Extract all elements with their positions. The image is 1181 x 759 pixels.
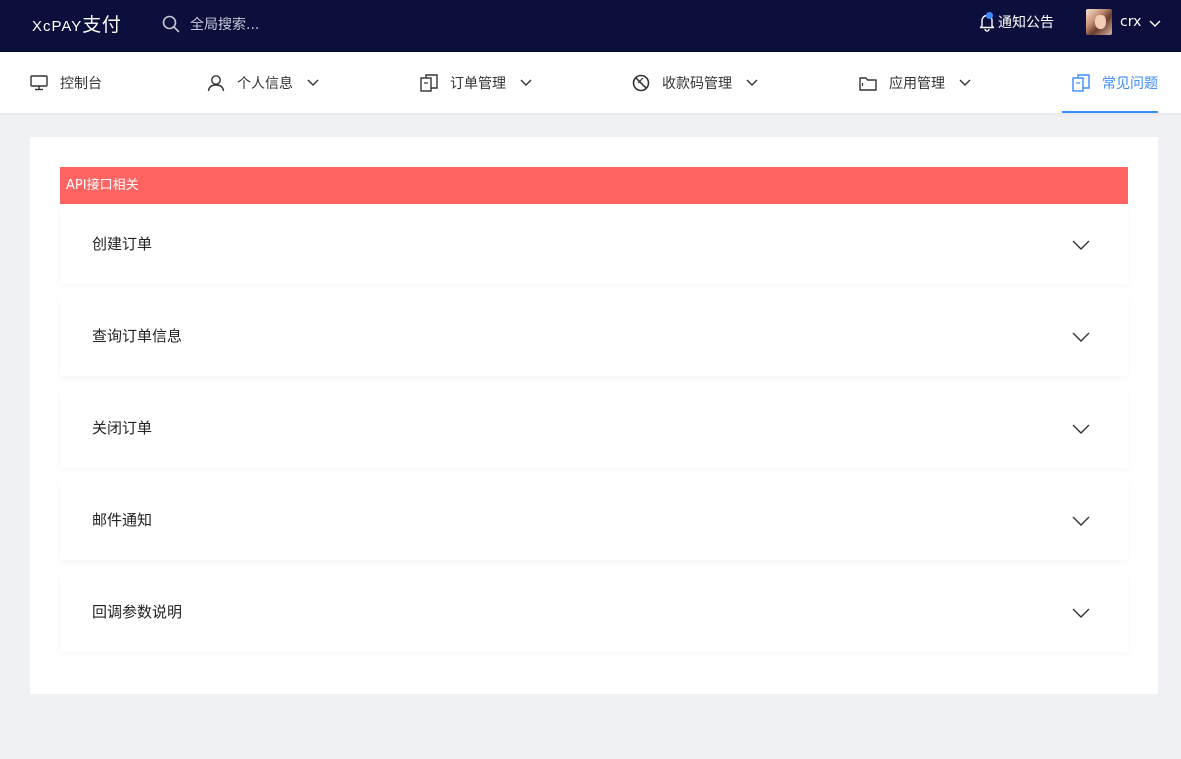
nav-item-payment-codes[interactable]: 收款码管理 <box>632 52 758 113</box>
copy-icon <box>1072 73 1090 92</box>
section-header: API接口相关 <box>60 167 1128 204</box>
nav-item-orders[interactable]: 订单管理 <box>420 52 532 113</box>
logo-latin-text: XcPAY <box>32 18 83 35</box>
nav-item-apps[interactable]: 应用管理 <box>859 52 971 113</box>
chevron-down-icon <box>1072 328 1090 347</box>
chevron-down-icon <box>1072 604 1090 623</box>
user-name: crx <box>1120 14 1142 30</box>
chevron-down-icon <box>307 79 319 87</box>
chevron-down-icon <box>746 79 758 87</box>
faq-item-query-order[interactable]: 查询订单信息 <box>60 296 1128 376</box>
chevron-down-icon <box>520 79 532 87</box>
user-menu[interactable]: crx <box>1086 8 1161 36</box>
copy-icon <box>420 73 438 92</box>
chevron-down-icon <box>1072 512 1090 531</box>
faq-item-create-order[interactable]: 创建订单 <box>60 204 1128 284</box>
nav-item-label: 控制台 <box>60 75 102 92</box>
notification-dot <box>986 12 993 19</box>
logo-cn-text: 支付 <box>82 15 122 36</box>
nav-item-label: 订单管理 <box>450 75 506 92</box>
top-bar: XcPAY支付 全局搜索... 通知公告 crx <box>0 0 1181 52</box>
content-panel: API接口相关 创建订单 查询订单信息 关闭订单 邮件通知 回调参数说明 <box>30 137 1158 694</box>
nav-item-label: 应用管理 <box>889 75 945 92</box>
faq-title: 创建订单 <box>92 235 153 253</box>
faq-item-email-notify[interactable]: 邮件通知 <box>60 480 1128 560</box>
bell-icon <box>978 12 996 32</box>
logo[interactable]: XcPAY支付 <box>32 10 122 36</box>
avatar <box>1086 9 1112 35</box>
chevron-down-icon <box>959 79 971 87</box>
main-nav: 控制台 个人信息 订单管理 收款码管理 应用管理 常见问题 <box>0 52 1181 113</box>
faq-item-callback-params[interactable]: 回调参数说明 <box>60 572 1128 652</box>
faq-title: 回调参数说明 <box>92 603 183 621</box>
nav-item-profile[interactable]: 个人信息 <box>207 52 319 113</box>
notice-label: 通知公告 <box>998 15 1054 31</box>
nav-item-label: 收款码管理 <box>662 75 732 92</box>
chevron-down-icon <box>1072 420 1090 439</box>
nav-item-label: 个人信息 <box>237 75 293 92</box>
search-input[interactable]: 全局搜索... <box>190 14 259 34</box>
global-search[interactable]: 全局搜索... <box>162 12 259 36</box>
block-icon <box>632 74 650 92</box>
faq-title: 邮件通知 <box>92 511 153 529</box>
nav-item-dashboard[interactable]: 控制台 <box>30 52 102 113</box>
chevron-down-icon <box>1072 236 1090 255</box>
monitor-icon <box>30 74 48 91</box>
nav-item-faq[interactable]: 常见问题 <box>1062 52 1158 113</box>
notice-button[interactable]: 通知公告 <box>978 10 1054 34</box>
nav-item-label: 常见问题 <box>1102 75 1158 92</box>
folder-icon <box>859 75 877 91</box>
search-icon <box>162 15 180 33</box>
faq-title: 查询订单信息 <box>92 327 183 345</box>
faq-title: 关闭订单 <box>92 419 153 437</box>
chevron-down-icon <box>1149 13 1161 32</box>
faq-item-close-order[interactable]: 关闭订单 <box>60 388 1128 468</box>
user-icon <box>207 74 225 92</box>
